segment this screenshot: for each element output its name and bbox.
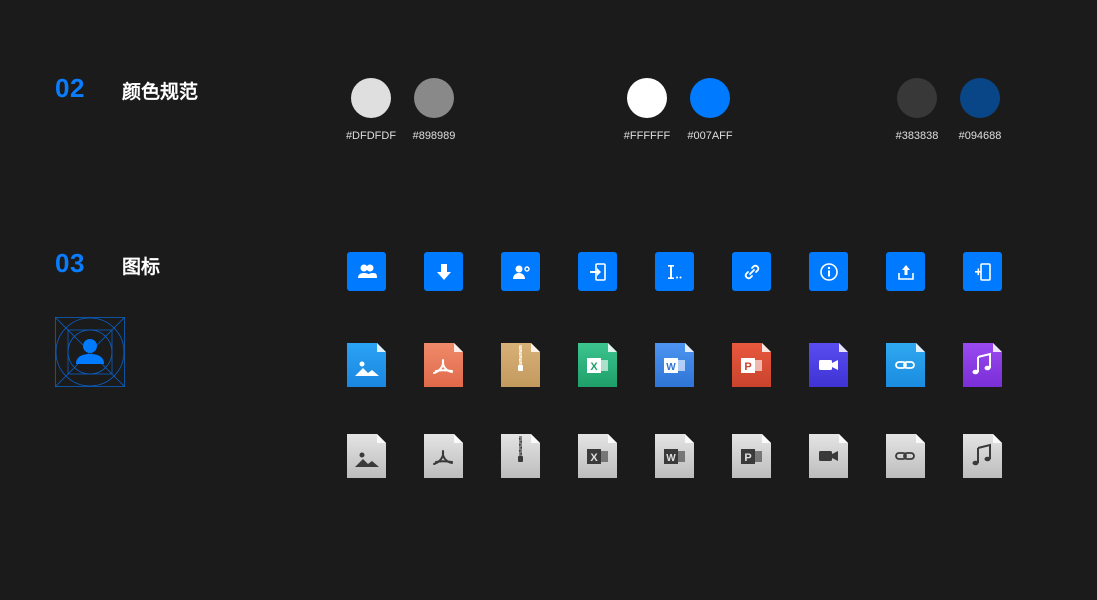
svg-text:X: X [590,361,598,373]
video-file-gray-icon [809,434,848,478]
swatch-094688 [960,78,1000,118]
image-file-icon [347,343,386,387]
swatch-label: #898989 [412,130,456,142]
svg-text:X: X [590,452,598,464]
section-title-colors: 颜色规范 [122,81,199,103]
svg-text:P: P [744,361,751,373]
group-users-icon [347,252,386,291]
swatch-007aff [690,78,730,118]
pdf-file-gray-icon [424,434,463,478]
swatch-label: #DFDFDF [345,130,397,142]
link-file-gray-icon [886,434,925,478]
swatch-898989 [414,78,454,118]
swatch-label: #383838 [895,130,939,142]
info-icon [809,252,848,291]
section-number-icons: 03 [55,248,85,278]
link-file-icon [886,343,925,387]
svg-text:W: W [666,362,676,373]
powerpoint-file-icon: P [732,343,771,387]
swatch-dfdfdf [351,78,391,118]
swatch-label: #094688 [958,130,1002,142]
login-icon [578,252,617,291]
user-settings-icon [501,252,540,291]
svg-text:P: P [744,452,751,464]
swatch-label: #007AFF [687,130,733,142]
word-file-gray-icon: W [655,434,694,478]
swatch-ffffff [627,78,667,118]
swatch-label: #FFFFFF [623,130,671,142]
download-icon [424,252,463,291]
excel-file-icon: X [578,343,617,387]
swatch-383838 [897,78,937,118]
audio-file-gray-icon [963,434,1002,478]
word-file-icon: W [655,343,694,387]
svg-text:W: W [666,453,676,464]
image-file-gray-icon [347,434,386,478]
section-title-icons: 图标 [122,256,161,278]
zip-file-icon [501,343,540,387]
zip-file-gray-icon [501,434,540,478]
section-number-colors: 02 [55,73,85,103]
icon-keyline-grid-icon [54,316,126,388]
excel-file-gray-icon: X [578,434,617,478]
powerpoint-file-gray-icon: P [732,434,771,478]
audio-file-icon [963,343,1002,387]
add-page-icon [963,252,1002,291]
pdf-file-icon [424,343,463,387]
text-cursor-icon [655,252,694,291]
upload-icon [886,252,925,291]
link-icon [732,252,771,291]
video-file-icon [809,343,848,387]
